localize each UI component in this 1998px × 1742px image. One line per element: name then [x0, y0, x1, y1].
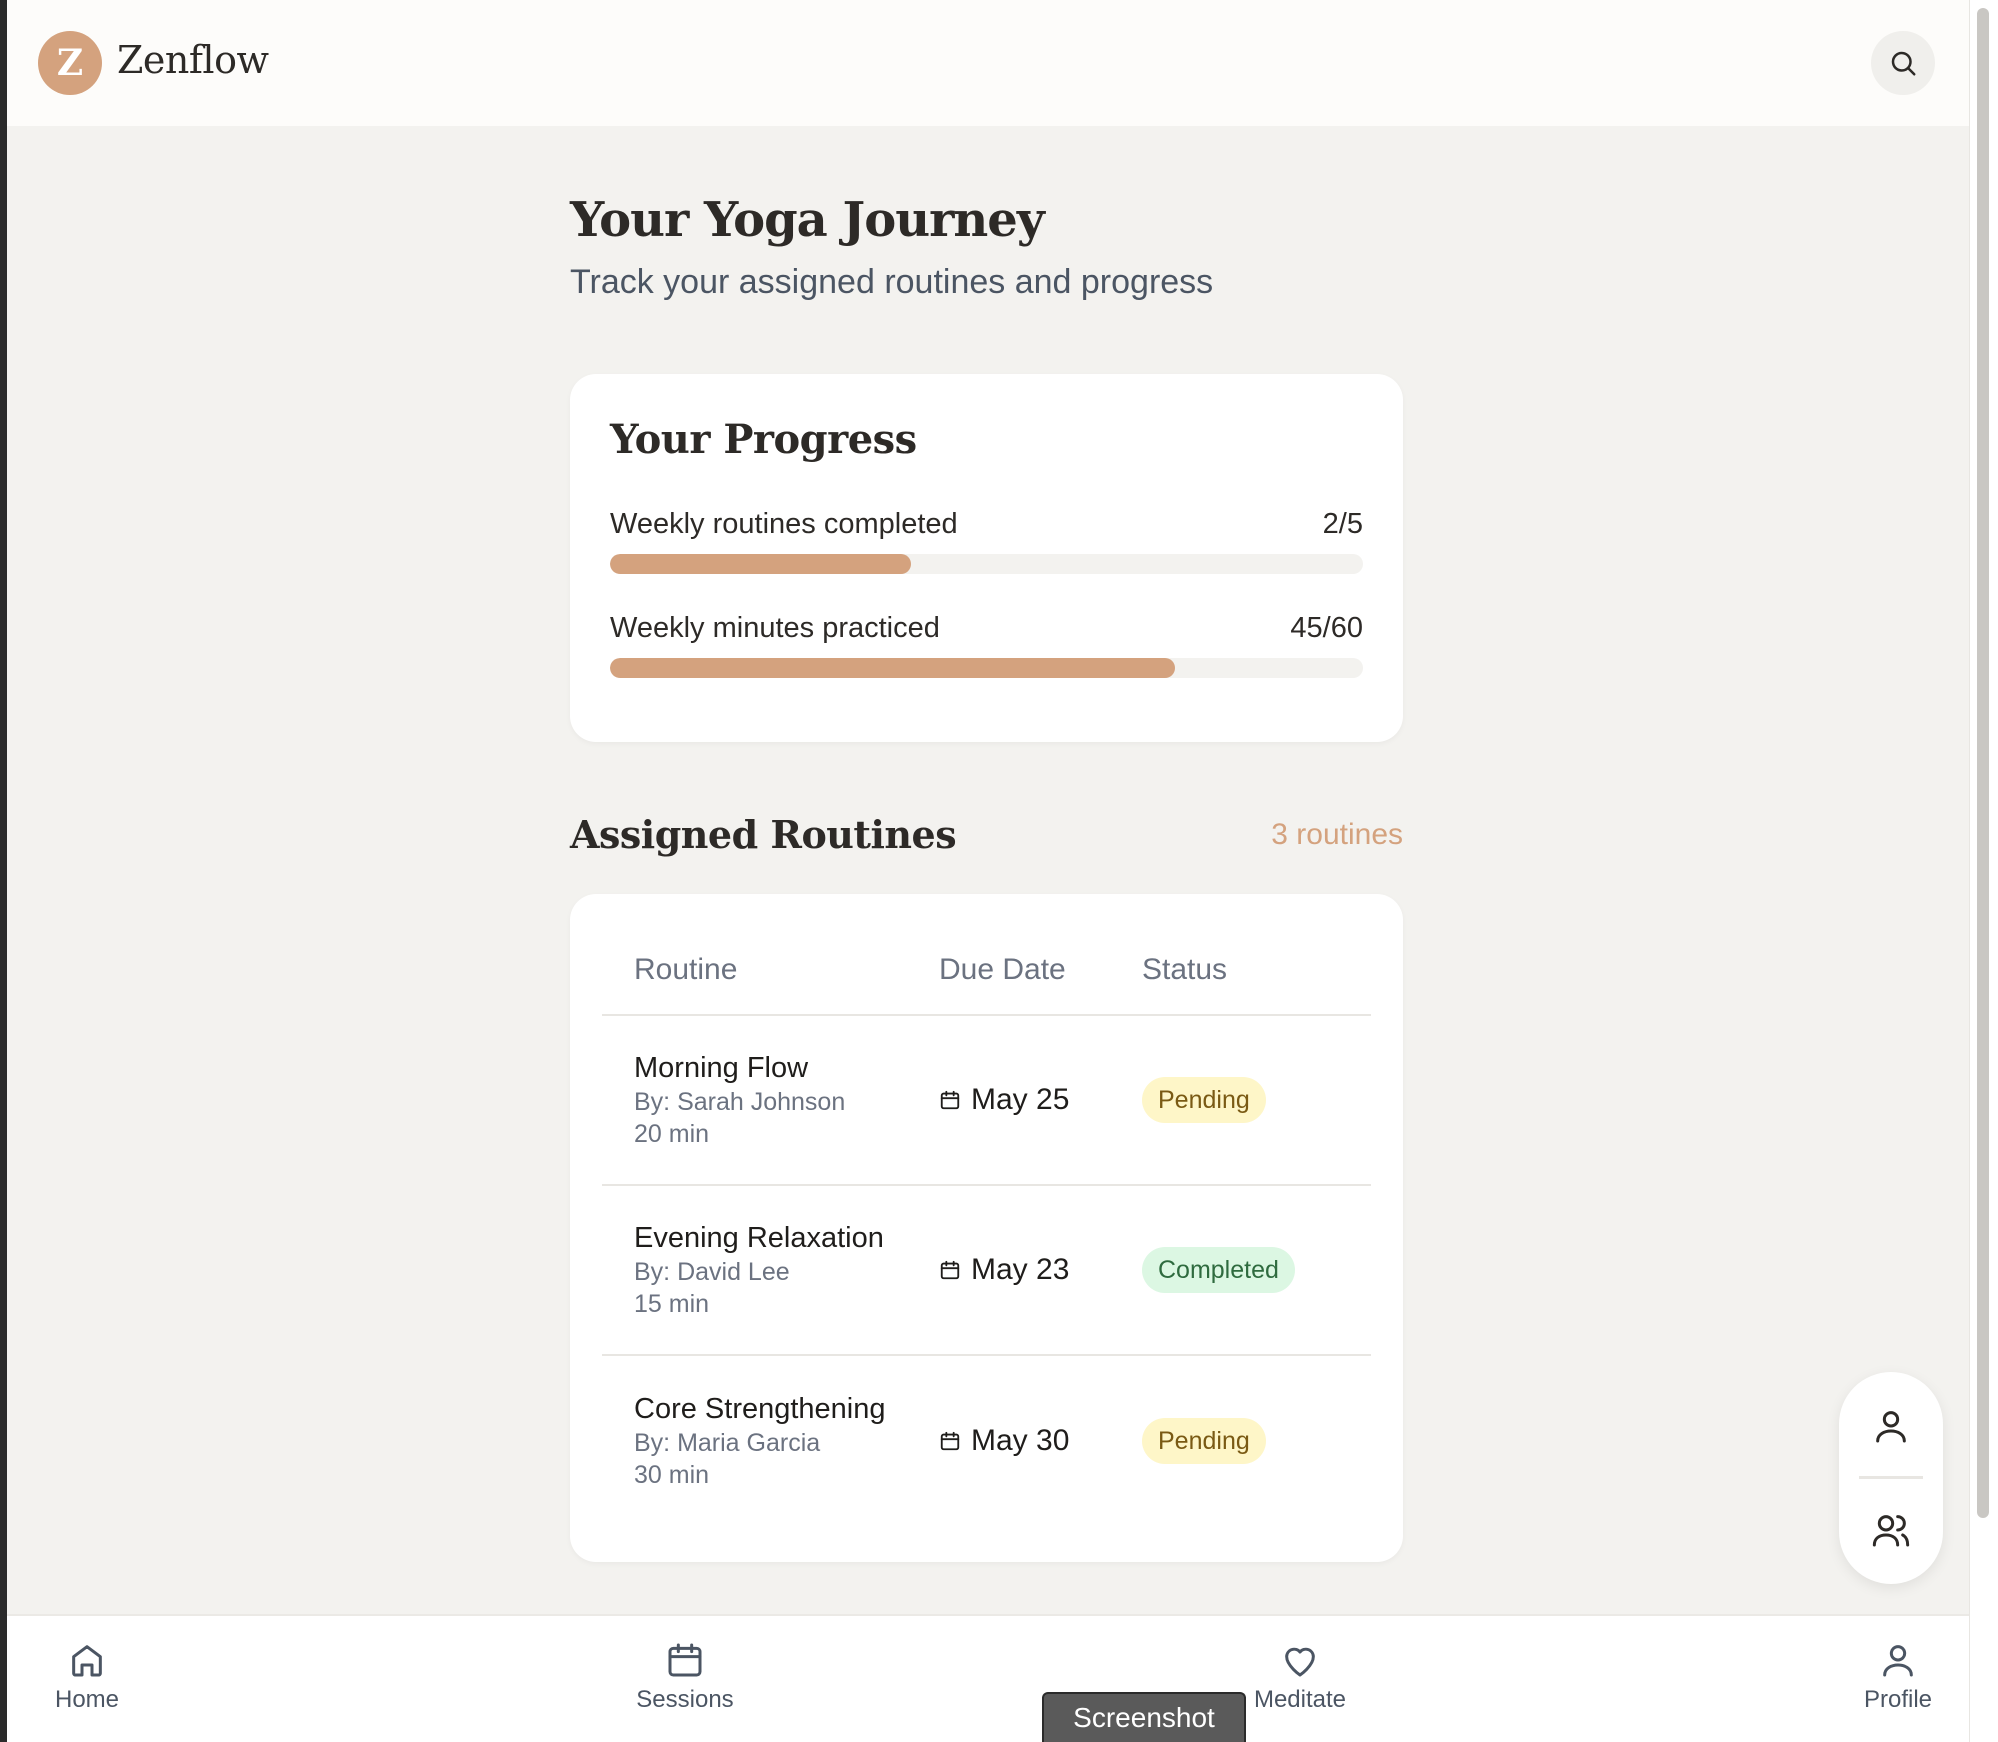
routine-instructor: By: David Lee: [634, 1258, 790, 1286]
nav-item-sessions[interactable]: Sessions: [605, 1640, 765, 1714]
nav-label: Sessions: [636, 1686, 734, 1713]
progress-value: 45/60: [1290, 612, 1363, 644]
table-row[interactable]: Evening Relaxation By: David Lee 15 min …: [602, 1186, 1371, 1356]
progress-value: 2/5: [1322, 508, 1363, 540]
search-icon: [1891, 51, 1916, 76]
floating-user-switcher: [1839, 1372, 1943, 1584]
column-header-routine[interactable]: Routine: [602, 953, 939, 987]
home-icon: [72, 1645, 102, 1677]
page-title: Your Yoga Journey: [570, 192, 1045, 248]
routines-header: Assigned Routines 3 routines: [570, 810, 1403, 860]
progress-routines: Weekly routines completed 2/5: [610, 506, 1363, 574]
calendar-icon: [940, 1431, 960, 1451]
screenshot-tooltip: Screenshot: [1042, 1692, 1246, 1742]
nav-label: Profile: [1863, 1686, 1933, 1713]
widget-divider: [1859, 1476, 1923, 1479]
calendar-icon: [940, 1260, 960, 1280]
progress-track: [610, 554, 1363, 574]
user-icon: [1876, 1411, 1906, 1443]
main-content: Your Yoga Journey Track your assigned ro…: [570, 190, 1403, 1562]
routine-name[interactable]: Core Strengthening: [634, 1391, 939, 1427]
search-button[interactable]: [1871, 31, 1935, 95]
calendar-icon: [940, 1090, 960, 1110]
routine-duration: 15 min: [634, 1290, 710, 1318]
nav-item-home[interactable]: Home: [7, 1640, 167, 1714]
top-header: Z Zenflow: [7, 0, 1969, 126]
scrollbar-thumb[interactable]: [1977, 8, 1989, 1518]
nav-label: Home: [54, 1686, 120, 1713]
bottom-navigation: Home Sessions Meditate Profile: [7, 1614, 1969, 1742]
user-icon: [1883, 1645, 1913, 1677]
routine-name[interactable]: Morning Flow: [634, 1050, 939, 1086]
brand-name[interactable]: Zenflow: [117, 38, 269, 82]
due-date: May 25: [971, 1083, 1070, 1116]
routine-instructor: By: Sarah Johnson: [634, 1088, 846, 1116]
progress-fill: [610, 554, 912, 574]
progress-card: Your Progress Weekly routines completed …: [570, 374, 1403, 742]
column-header-due-date[interactable]: Due Date: [939, 953, 1142, 987]
nav-label: Meditate: [1253, 1686, 1347, 1713]
page-subtitle: Track your assigned routines and progres…: [570, 263, 1214, 301]
progress-minutes: Weekly minutes practiced 45/60: [610, 610, 1363, 678]
routine-name[interactable]: Evening Relaxation: [634, 1220, 939, 1256]
routines-count: 3 routines: [1271, 818, 1403, 851]
routines-title: Assigned Routines: [570, 812, 957, 857]
due-date: May 23: [971, 1253, 1070, 1286]
progress-track: [610, 658, 1363, 678]
routines-table: Routine Due Date Status Morning Flow By:…: [570, 894, 1403, 1562]
nav-item-profile[interactable]: Profile: [1818, 1640, 1969, 1714]
table-row[interactable]: Core Strengthening By: Maria Garcia 30 m…: [602, 1356, 1371, 1526]
logo-badge[interactable]: Z: [38, 31, 102, 95]
routine-duration: 20 min: [634, 1120, 710, 1148]
progress-fill: [610, 658, 1175, 678]
screen-frame: Z Zenflow Your Yoga Journey Track your a…: [0, 0, 1998, 1742]
users-icon: [1872, 1515, 1910, 1547]
status-badge: Pending: [1142, 1077, 1266, 1123]
table-row[interactable]: Morning Flow By: Sarah Johnson 20 min Ma…: [602, 1016, 1371, 1186]
status-badge: Completed: [1142, 1247, 1295, 1293]
progress-title: Your Progress: [610, 416, 917, 463]
due-date: May 30: [971, 1424, 1070, 1457]
status-badge: Pending: [1142, 1418, 1266, 1464]
group-users-button[interactable]: [1871, 1510, 1911, 1550]
app-window: Z Zenflow Your Yoga Journey Track your a…: [7, 0, 1969, 1742]
column-header-status[interactable]: Status: [1142, 953, 1371, 987]
window-edge: [0, 0, 7, 1742]
routine-instructor: By: Maria Garcia: [634, 1429, 821, 1457]
progress-label: Weekly routines completed: [610, 508, 958, 540]
heart-icon: [1285, 1647, 1315, 1677]
progress-label: Weekly minutes practiced: [610, 612, 940, 644]
table-header: Routine Due Date Status: [602, 926, 1371, 1016]
single-user-button[interactable]: [1871, 1406, 1911, 1446]
calendar-icon: [668, 1643, 702, 1677]
routine-duration: 30 min: [634, 1461, 710, 1489]
